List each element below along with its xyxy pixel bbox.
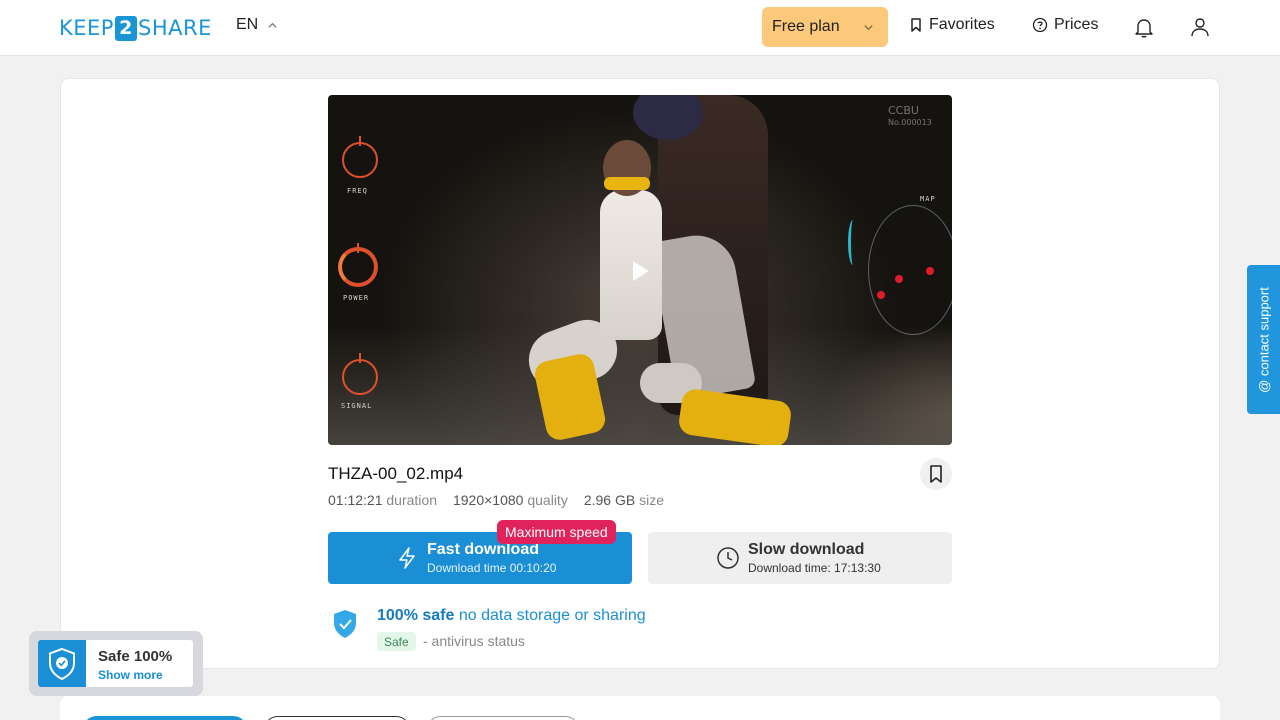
safety-strong: 100% safe xyxy=(377,607,455,624)
hud-map-dot xyxy=(895,275,903,283)
duration-label: duration xyxy=(386,492,437,508)
shield-check-icon xyxy=(334,610,356,638)
add-to-favorites-button[interactable] xyxy=(920,458,952,490)
chevron-up-icon xyxy=(268,22,277,28)
hud-power-label: POWER xyxy=(343,294,370,302)
keep2share-logo[interactable]: KEEP 2 SHARE xyxy=(59,15,212,41)
favorites-link[interactable]: Favorites xyxy=(909,16,995,34)
language-selector[interactable]: EN xyxy=(236,16,277,34)
bookmark-icon xyxy=(911,18,921,32)
favorites-label: Favorites xyxy=(929,16,995,33)
shield-check-icon xyxy=(49,647,75,680)
antivirus-status-text: - antivirus status xyxy=(423,633,525,649)
safety-statement: 100% safe no data storage or sharing xyxy=(377,607,646,625)
hud-signal-ring xyxy=(342,353,378,395)
tab-pill[interactable] xyxy=(263,716,411,720)
free-plan-label: Free plan xyxy=(772,18,840,35)
safe-widget-icon-box xyxy=(38,640,86,687)
hud-map-dot xyxy=(877,291,885,299)
prices-label: Prices xyxy=(1054,16,1099,33)
file-duration: 01:12:21 duration xyxy=(328,492,437,508)
contact-support-tab[interactable]: @ contact support xyxy=(1247,265,1280,414)
file-size: 2.96 GB size xyxy=(584,492,664,508)
secondary-card xyxy=(60,696,1220,720)
quality-value: 1920×1080 xyxy=(452,492,524,508)
file-meta: 01:12:21 duration 1920×1080 quality 2.96… xyxy=(328,492,680,508)
duration-value: 01:12:21 xyxy=(328,492,383,508)
safe-widget-inner: Safe 100% Show more xyxy=(38,640,193,687)
user-icon[interactable] xyxy=(1188,15,1212,39)
fast-download-time: Download time 00:10:20 xyxy=(427,561,557,575)
logo-text-share: SHARE xyxy=(137,16,212,40)
play-icon[interactable] xyxy=(633,261,649,281)
watermark-line2: No.000013 xyxy=(888,118,932,127)
logo-text-keep: KEEP xyxy=(59,16,114,40)
hud-map-label: MAP xyxy=(920,195,936,203)
bookmark-icon xyxy=(930,465,942,483)
contact-support-label: @ contact support xyxy=(1256,286,1271,393)
video-figure xyxy=(604,177,650,190)
prices-link[interactable]: Prices xyxy=(1032,16,1098,34)
hud-map-dot xyxy=(926,267,934,275)
hud-map-arc xyxy=(848,220,858,265)
video-preview[interactable]: FREQ POWER SIGNAL MAP CCBU No.000013 xyxy=(328,95,952,445)
size-value: 2.96 GB xyxy=(583,492,636,508)
file-name: THZA-00_02.mp4 xyxy=(328,464,464,483)
safety-rest: no data storage or sharing xyxy=(454,607,646,624)
chevron-down-icon xyxy=(864,25,873,31)
bell-icon[interactable] xyxy=(1132,15,1156,39)
free-plan-button[interactable]: Free plan xyxy=(762,7,888,47)
language-label: EN xyxy=(236,16,259,33)
tab-pill[interactable] xyxy=(426,716,580,720)
antivirus-safe-badge: Safe xyxy=(377,632,416,651)
top-header: KEEP 2 SHARE EN Free plan Favorites Pric… xyxy=(0,0,1280,56)
hud-power-ring xyxy=(338,243,378,287)
watermark-line1: CCBU xyxy=(888,104,919,117)
logo-text-2: 2 xyxy=(114,15,137,41)
slow-download-title: Slow download xyxy=(748,541,865,558)
video-watermark: CCBU No.000013 xyxy=(888,105,932,129)
safe-widget[interactable]: Safe 100% Show more xyxy=(29,631,203,696)
hud-freq-label: FREQ xyxy=(347,187,368,195)
maximum-speed-badge: Maximum speed xyxy=(497,520,616,544)
hud-signal-label: SIGNAL xyxy=(341,402,373,410)
quality-label: quality xyxy=(527,492,568,508)
video-figure xyxy=(600,190,662,340)
tab-pill-active[interactable] xyxy=(82,716,248,720)
slow-download-button[interactable]: Slow download Download time: 17:13:30 xyxy=(648,532,952,584)
hud-map xyxy=(868,205,952,335)
show-more-link[interactable]: Show more xyxy=(98,668,163,682)
safe-widget-title: Safe 100% xyxy=(98,648,173,665)
lightning-icon xyxy=(399,547,415,569)
question-circle-icon xyxy=(1032,17,1048,33)
hud-freq-ring xyxy=(342,136,378,178)
slow-download-time: Download time: 17:13:30 xyxy=(748,561,881,575)
clock-icon xyxy=(717,547,739,569)
size-label: size xyxy=(639,492,664,508)
file-quality: 1920×1080 quality xyxy=(453,492,568,508)
